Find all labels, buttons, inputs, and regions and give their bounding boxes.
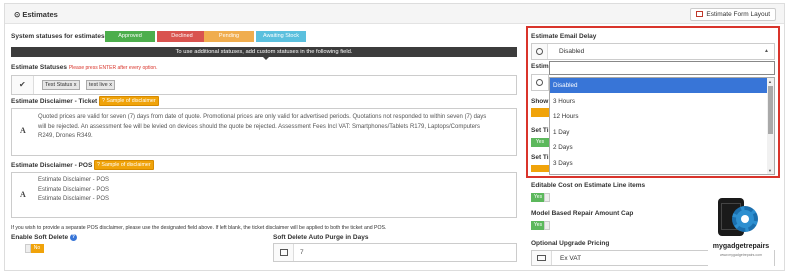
status-approved: Approved xyxy=(105,31,155,42)
dropdown-option-3-hours[interactable]: 3 Hours xyxy=(550,94,768,109)
dropdown-option-12-hours[interactable]: 12 Hours xyxy=(550,109,768,124)
clock-addon xyxy=(532,44,548,59)
dropdown-option-3-days[interactable]: 3 Days xyxy=(550,156,768,171)
partial-label-set-ti-2: Set Ti xyxy=(531,154,549,161)
disclaimer-ticket-label: Estimate Disclaimer - Ticket xyxy=(11,98,98,105)
calendar-addon xyxy=(274,244,294,261)
estimate-statuses-input[interactable]: ✔ Test Status x test live x xyxy=(11,75,517,95)
sample-disclaimer-button[interactable]: ? Sample of disclaimer xyxy=(99,96,159,106)
partial-toggle[interactable] xyxy=(531,108,549,117)
text-icon: A xyxy=(20,126,26,135)
disclaimer-line: Quoted prices are valid for seven (7) da… xyxy=(38,114,487,120)
email-delay-search-input[interactable] xyxy=(549,61,775,75)
panel-title-text: Estimates xyxy=(22,10,58,19)
chevron-up-icon: ▲ xyxy=(764,48,769,54)
status-pending: Pending xyxy=(204,31,254,42)
sample-disclaimer-pos-button[interactable]: ? Sample of disclaimer xyxy=(94,160,154,170)
upgrade-pricing-value: Ex VAT xyxy=(560,255,582,262)
disclaimer-pos-text: Estimate Disclaimer - POS Estimate Discl… xyxy=(38,176,109,205)
system-statuses-label: System statuses for estimates: xyxy=(11,33,107,40)
sample-disclaimer-label: Sample of disclaimer xyxy=(106,98,156,104)
soft-delete-label: Enable Soft Delete ? xyxy=(11,234,77,241)
model-based-toggle[interactable]: Yes xyxy=(531,221,550,230)
sample-disclaimer-pos-label: Sample of disclaimer xyxy=(101,162,151,168)
editable-cost-label: Editable Cost on Estimate Line items xyxy=(531,182,646,189)
dropdown-option-2-days[interactable]: 2 Days xyxy=(550,140,768,155)
editable-cost-toggle[interactable]: Yes xyxy=(531,193,550,202)
logo-subtext: www.mygadgetrepairs.com xyxy=(719,253,762,257)
email-delay-label: Estimate Email Delay xyxy=(531,33,597,40)
partial-toggle-2[interactable] xyxy=(531,165,549,172)
estimate-statuses-label-text: Estimate Statuses xyxy=(11,64,67,71)
upgrade-pricing-label: Optional Upgrade Pricing xyxy=(531,240,610,247)
enter-note: Please press ENTER after every option. xyxy=(68,65,158,71)
auto-purge-value: 7 xyxy=(300,249,304,256)
dropdown-option-1-day[interactable]: 1 Day xyxy=(550,125,768,140)
calendar-icon xyxy=(280,249,288,256)
toggle-knob xyxy=(544,221,550,230)
tag-remove-icon[interactable]: x xyxy=(74,82,77,88)
status-tag[interactable]: Test Status x xyxy=(42,80,80,90)
dropdown-scrollbar[interactable]: ▲ ▼ xyxy=(767,78,774,174)
gear-hub xyxy=(741,215,749,223)
check-icon: ✔ xyxy=(19,80,26,89)
partial-label-set-ti-1: Set Ti xyxy=(531,127,549,134)
mygadgetrepairs-logo: mygadgetrepairs www.mygadgetrepairs.com xyxy=(708,194,774,266)
disclaimer-pos-line: Estimate Disclaimer - POS xyxy=(38,196,110,203)
partial-yes-toggle[interactable]: Yes xyxy=(531,138,549,147)
status-tag-label: Test Status xyxy=(45,82,73,88)
estimate-form-layout-button[interactable]: Estimate Form Layout xyxy=(690,8,776,21)
help-icon[interactable]: ? xyxy=(69,234,77,241)
hint-arrow xyxy=(263,57,269,60)
partial-label-estim: Estim xyxy=(531,63,549,70)
status-declined: Declined xyxy=(157,31,207,42)
disclaimer-pos-label: Estimate Disclaimer - POS xyxy=(11,162,93,169)
soft-delete-toggle[interactable]: No xyxy=(25,244,44,253)
scroll-up-icon[interactable]: ▲ xyxy=(768,79,772,84)
toggle-knob xyxy=(544,193,550,202)
scroll-down-icon[interactable]: ▼ xyxy=(768,168,772,173)
gear-icon xyxy=(732,206,758,232)
scrollbar-thumb[interactable] xyxy=(768,86,773,134)
panel-header: ⊙ Estimates Estimate Form Layout xyxy=(5,4,784,24)
status-tag[interactable]: test live x xyxy=(86,80,115,90)
panel-title: ⊙ Estimates xyxy=(14,10,58,19)
check-addon: ✔ xyxy=(12,76,34,94)
email-delay-dropdown: Disabled 3 Hours 12 Hours 1 Day 2 Days 3… xyxy=(549,77,775,175)
status-awaiting-stock: Awaiting Stock xyxy=(256,31,306,42)
money-addon xyxy=(532,251,552,265)
auto-purge-input[interactable]: 7 xyxy=(273,243,517,262)
disclaimer-pos-textarea[interactable]: A Estimate Disclaimer - POS Estimate Dis… xyxy=(11,172,517,218)
email-delay-selected: Disabled xyxy=(559,48,585,55)
disclaimer-line: will be rejected. An assessment fee will… xyxy=(38,123,481,130)
auto-purge-label: Soft Delete Auto Purge in Days xyxy=(273,234,369,241)
disclaimer-ticket-text: Quoted prices are valid for seven (7) da… xyxy=(38,113,486,142)
pos-disclaimer-help: If you wish to provide a separate POS di… xyxy=(11,225,387,231)
status-tag-label: test live xyxy=(89,82,108,88)
layout-button-label: Estimate Form Layout xyxy=(706,11,770,18)
model-based-label: Model Based Repair Amount Cap xyxy=(531,210,634,217)
clock-icon xyxy=(536,79,543,86)
email-delay-select[interactable]: Disabled ▲ xyxy=(531,43,775,60)
tag-remove-icon[interactable]: x xyxy=(109,82,112,88)
partial-label-show: Show xyxy=(531,98,549,105)
disclaimer-pos-line: Estimate Disclaimer - POS xyxy=(38,186,110,193)
partial-select-addon xyxy=(531,74,549,91)
soft-delete-label-text: Enable Soft Delete xyxy=(11,234,69,242)
disclaimer-pos-line: Estimate Disclaimer - POS xyxy=(38,177,110,183)
clock-icon xyxy=(536,48,543,55)
layout-icon xyxy=(696,11,704,17)
money-icon xyxy=(537,255,546,261)
disclaimer-line: R249, Drones R349. xyxy=(38,133,93,140)
custom-status-hint: To use additional statuses, add custom s… xyxy=(11,47,517,57)
toggle-knob xyxy=(25,244,31,253)
dropdown-option-disabled[interactable]: Disabled xyxy=(550,78,768,93)
disclaimer-ticket-textarea[interactable]: A Quoted prices are valid for seven (7) … xyxy=(11,108,517,156)
estimate-statuses-label: Estimate Statuses Please press ENTER aft… xyxy=(11,64,157,71)
text-icon: A xyxy=(20,190,26,199)
logo-text: mygadgetrepairs xyxy=(712,243,770,250)
